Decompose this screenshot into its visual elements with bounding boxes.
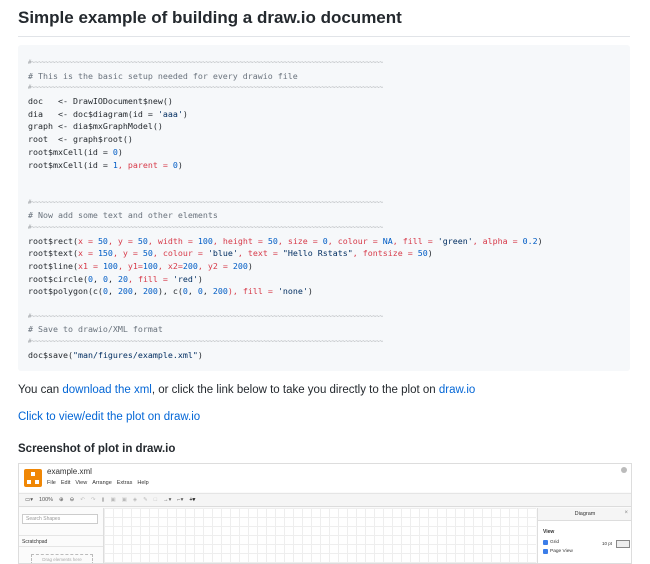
drawio-grid-size: 10 pt: [602, 541, 613, 546]
grid-color-swatch: [616, 540, 630, 548]
drawio-filename: example.xml: [47, 467, 92, 476]
drawio-menu-file: File: [47, 480, 56, 486]
drawio-menu-view: View: [75, 480, 88, 486]
drawio-shapes-panel: Search Shapes Scratchpad Drag elements h…: [19, 508, 104, 563]
drawio-menubar: File Edit View Arrange Extras Help: [47, 480, 149, 486]
drawio-page-view-option: Page View: [543, 549, 573, 554]
screenshot-heading: Screenshot of plot in draw.io: [18, 443, 176, 455]
drawio-grid-option: Grid: [543, 540, 559, 545]
download-paragraph: You can download the xml, or click the l…: [18, 384, 476, 396]
drawio-scratchpad: Scratchpad: [19, 535, 103, 547]
redo-icon: ↷: [90, 497, 96, 503]
drawio-view-label: View: [543, 529, 555, 535]
code-line: doc$save("man/figures/example.xml"): [28, 349, 203, 360]
drawio-menu-help: Help: [137, 480, 149, 486]
code-line: doc <- DrawIODocument$new(): [28, 96, 173, 107]
waypoint-icon: ⌐▾: [177, 497, 184, 503]
drawio-link[interactable]: draw.io: [439, 384, 475, 396]
drawio-format-panel: Diagram × View Grid 10 pt Page View: [537, 508, 631, 563]
code-line: root$rect(x = 50, y = 50, width = 100, h…: [28, 235, 543, 246]
shadow-icon: □: [153, 497, 158, 503]
drawio-screenshot-image: example.xml File Edit View Arrange Extra…: [18, 463, 632, 564]
code-comment: # This is the basic setup needed for eve…: [28, 70, 298, 81]
code-line: root <- graph$root(): [28, 134, 133, 145]
drawio-search-shapes: Search Shapes: [22, 514, 98, 524]
zoom-in-icon: ⊕: [59, 497, 64, 503]
drawio-header: example.xml File Edit View Arrange Extra…: [19, 464, 631, 492]
drawio-menu-extras: Extras: [116, 480, 133, 486]
insert-icon: +▾: [189, 497, 196, 503]
front-icon: ▣: [110, 497, 116, 503]
drawio-menu-edit: Edit: [60, 480, 71, 486]
line-color-icon: ✎: [143, 497, 148, 503]
page-title: Simple example of building a draw.io doc…: [18, 8, 402, 27]
download-xml-link[interactable]: download the xml: [62, 384, 152, 396]
drawio-diagram-tab: Diagram: [538, 508, 631, 521]
view-edit-link[interactable]: Click to view/edit the plot on draw.io: [18, 411, 200, 423]
drawio-drag-hint: Drag elements here: [31, 554, 93, 563]
checkbox-icon: [543, 540, 548, 545]
fill-icon: ◈: [132, 497, 138, 503]
code-separator: #~~~~~~~~~~~~~~~~~~~~~~~~~~~~~~~~~~~~~~~…: [28, 312, 383, 320]
code-separator: #~~~~~~~~~~~~~~~~~~~~~~~~~~~~~~~~~~~~~~~…: [28, 198, 383, 206]
drawio-canvas: [104, 508, 536, 563]
zoom-level: 100%: [38, 497, 54, 503]
code-separator: #~~~~~~~~~~~~~~~~~~~~~~~~~~~~~~~~~~~~~~~…: [28, 59, 383, 66]
code-line: root$mxCell(id = 0): [28, 146, 123, 157]
drawio-toolbar: ▭▾ 100% ⊕ ⊖ ↶ ↷ ▮ ▣ ▣ ◈ ✎ □ →▾ ⌐▾ +▾: [19, 493, 631, 507]
code-line: root$text(x = 150, y = 50, colour = 'blu…: [28, 248, 433, 259]
view-edit-paragraph: Click to view/edit the plot on draw.io: [18, 411, 200, 423]
code-separator: #~~~~~~~~~~~~~~~~~~~~~~~~~~~~~~~~~~~~~~~…: [28, 338, 383, 346]
close-icon: ×: [624, 510, 628, 516]
code-line: root$circle(0, 0, 20, fill = 'red'): [28, 273, 203, 284]
code-separator: #~~~~~~~~~~~~~~~~~~~~~~~~~~~~~~~~~~~~~~~…: [28, 223, 383, 231]
title-divider: [18, 36, 630, 37]
code-line: dia <- doc$diagram(id = 'aaa'): [28, 108, 188, 119]
connection-icon: →▾: [163, 497, 172, 503]
drawio-menu-arrange: Arrange: [92, 480, 112, 486]
undo-icon: ↶: [80, 497, 85, 503]
code-line: root$polygon(c(0, 200, 200), c(0, 0, 200…: [28, 286, 313, 297]
code-line: graph <- dia$mxGraphModel(): [28, 121, 163, 132]
code-line: root$line(x1 = 100, y1=100, x2=200, y2 =…: [28, 261, 253, 271]
checkbox-icon: [543, 549, 548, 554]
zoom-out-icon: ⊖: [69, 497, 75, 503]
code-comment: # Now add some text and other elements: [28, 210, 218, 221]
delete-icon: ▮: [101, 497, 105, 503]
view-icon: ▭▾: [25, 497, 33, 503]
gear-icon: [621, 467, 627, 473]
code-line: root$mxCell(id = 1, parent = 0): [28, 159, 183, 170]
code-block: #~~~~~~~~~~~~~~~~~~~~~~~~~~~~~~~~~~~~~~~…: [18, 45, 630, 371]
code-comment: # Save to drawio/XML format: [28, 324, 163, 335]
back-icon: ▣: [121, 497, 127, 503]
drawio-logo-icon: [24, 469, 42, 487]
code-separator: #~~~~~~~~~~~~~~~~~~~~~~~~~~~~~~~~~~~~~~~…: [28, 84, 383, 92]
